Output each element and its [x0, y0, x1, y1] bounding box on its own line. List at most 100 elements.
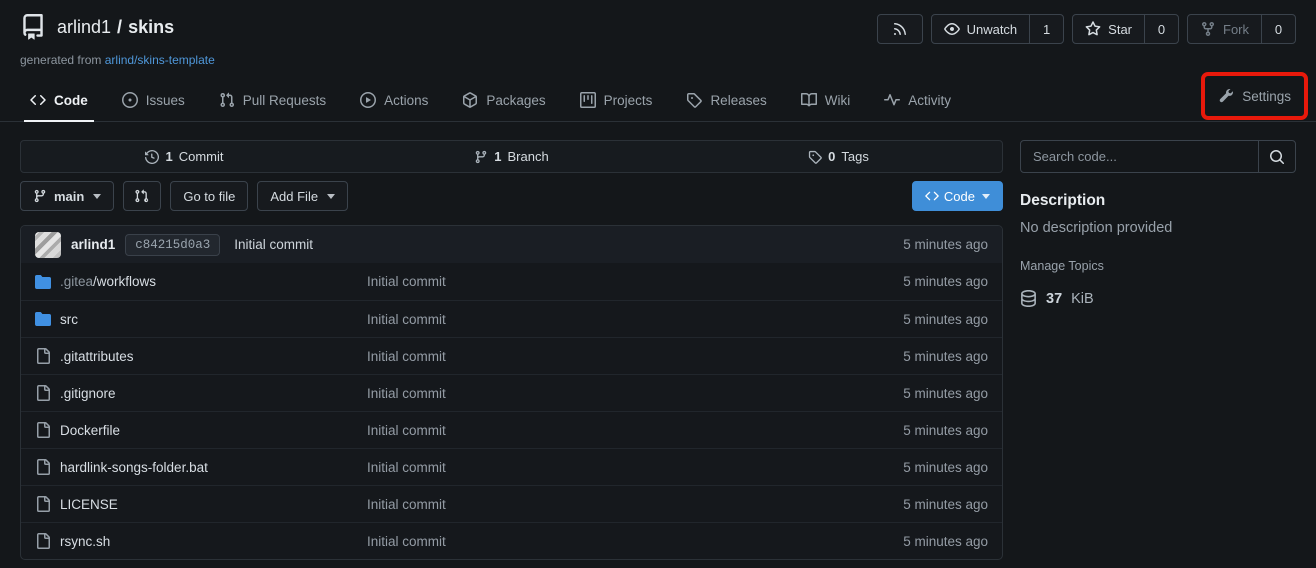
watchers-count[interactable]: 1	[1029, 15, 1063, 43]
file-name-link[interactable]: .gitea/workflows	[60, 274, 156, 289]
table-row[interactable]: hardlink-songs-folder.bat Initial commit…	[21, 448, 1002, 485]
file-name-cell: LICENSE	[35, 496, 367, 512]
file-commit-message-link[interactable]: Initial commit	[367, 534, 838, 549]
repo-tabs: Code Issues Pull Requests Actions Packag…	[0, 79, 1316, 122]
file-commit-time: 5 minutes ago	[838, 534, 988, 549]
tab-pull-requests[interactable]: Pull Requests	[209, 79, 336, 121]
repo-stats-bar: 1 Commit 1 Branch 0 Tags	[20, 140, 1003, 173]
file-table: arlind1 c84215d0a3 Initial commit 5 minu…	[20, 225, 1003, 560]
file-commit-message-link[interactable]: Initial commit	[367, 386, 838, 401]
repo-size: 37 KiB	[1020, 290, 1296, 307]
commit-author-link[interactable]: arlind1	[71, 237, 115, 252]
table-row[interactable]: src Initial commit 5 minutes ago	[21, 300, 1002, 337]
file-name-link[interactable]: .gitattributes	[60, 349, 134, 364]
search-input[interactable]	[1021, 141, 1258, 172]
tab-settings[interactable]: Settings	[1214, 88, 1295, 104]
commit-time: 5 minutes ago	[903, 237, 988, 252]
file-commit-message-link[interactable]: Initial commit	[367, 349, 838, 364]
file-commit-message-link[interactable]: Initial commit	[367, 497, 838, 512]
code-search-box	[1020, 140, 1296, 173]
go-to-file-button[interactable]: Go to file	[170, 181, 248, 211]
folder-icon	[35, 274, 51, 290]
issue-icon	[122, 92, 138, 108]
file-commit-time: 5 minutes ago	[838, 423, 988, 438]
fork-icon	[1200, 21, 1216, 37]
commits-stat[interactable]: 1 Commit	[21, 149, 348, 164]
file-commit-time: 5 minutes ago	[838, 460, 988, 475]
file-name-link[interactable]: LICENSE	[60, 497, 118, 512]
search-button[interactable]	[1258, 141, 1295, 172]
table-row[interactable]: .gitattributes Initial commit 5 minutes …	[21, 337, 1002, 374]
table-row[interactable]: Dockerfile Initial commit 5 minutes ago	[21, 411, 1002, 448]
file-commit-time: 5 minutes ago	[838, 274, 988, 289]
unwatch-button[interactable]: Unwatch	[932, 15, 1030, 43]
repo-size-value: 37	[1046, 291, 1062, 307]
tab-label: Issues	[146, 93, 185, 108]
compare-button[interactable]	[123, 181, 161, 211]
file-name-link[interactable]: hardlink-songs-folder.bat	[60, 460, 208, 475]
settings-highlight-box: Settings	[1201, 72, 1308, 120]
template-repo-link[interactable]: arlind/skins-template	[105, 53, 215, 67]
file-commit-message-link[interactable]: Initial commit	[367, 460, 838, 475]
commit-hash-badge[interactable]: c84215d0a3	[125, 234, 220, 256]
rss-button[interactable]	[877, 14, 923, 44]
tab-wiki[interactable]: Wiki	[791, 79, 861, 121]
tab-projects[interactable]: Projects	[570, 79, 663, 121]
file-commit-time: 5 minutes ago	[838, 386, 988, 401]
file-name-link[interactable]: Dockerfile	[60, 423, 120, 438]
file-commit-time: 5 minutes ago	[838, 497, 988, 512]
repo-title-separator: /	[117, 17, 122, 37]
file-name-link[interactable]: rsync.sh	[60, 534, 110, 549]
tab-activity[interactable]: Activity	[874, 79, 961, 121]
current-branch-label: main	[54, 189, 84, 204]
forks-count[interactable]: 0	[1261, 15, 1295, 43]
fork-button[interactable]: Fork	[1188, 15, 1261, 43]
description-heading: Description	[1020, 192, 1296, 210]
eye-icon	[944, 21, 960, 37]
table-row[interactable]: LICENSE Initial commit 5 minutes ago	[21, 485, 1002, 522]
tab-label: Activity	[908, 93, 951, 108]
dropdown-caret-icon	[982, 194, 990, 199]
tag-icon	[686, 92, 702, 108]
tab-packages[interactable]: Packages	[452, 79, 555, 121]
table-row[interactable]: rsync.sh Initial commit 5 minutes ago	[21, 522, 1002, 559]
commit-message-link[interactable]: Initial commit	[234, 237, 893, 252]
code-button-label: Code	[944, 189, 975, 204]
file-icon	[35, 459, 51, 475]
file-commit-time: 5 minutes ago	[838, 349, 988, 364]
commit-count: 1	[165, 149, 172, 164]
book-icon	[801, 92, 817, 108]
commit-count-label: Commit	[179, 149, 224, 164]
file-name-link[interactable]: .gitignore	[60, 386, 116, 401]
tab-issues[interactable]: Issues	[112, 79, 195, 121]
repo-header: arlind1 / skins Unwatch 1 Star 0	[0, 0, 1316, 67]
repo-name-link[interactable]: skins	[128, 17, 174, 37]
file-icon	[35, 385, 51, 401]
tab-code[interactable]: Code	[20, 79, 98, 121]
repo-size-unit: KiB	[1071, 291, 1094, 307]
file-commit-message-link[interactable]: Initial commit	[367, 274, 838, 289]
tab-actions[interactable]: Actions	[350, 79, 438, 121]
tab-label: Settings	[1242, 89, 1291, 104]
history-icon	[145, 150, 159, 164]
avatar[interactable]	[35, 232, 61, 258]
package-icon	[462, 92, 478, 108]
table-row[interactable]: .gitignore Initial commit 5 minutes ago	[21, 374, 1002, 411]
table-row[interactable]: .gitea/workflows Initial commit 5 minute…	[21, 263, 1002, 300]
fork-label: Fork	[1223, 22, 1249, 37]
code-download-button[interactable]: Code	[912, 181, 1003, 211]
branch-selector[interactable]: main	[20, 181, 114, 211]
branches-stat[interactable]: 1 Branch	[348, 149, 675, 164]
tags-stat[interactable]: 0 Tags	[675, 149, 1002, 164]
star-button[interactable]: Star	[1073, 15, 1144, 43]
stars-count[interactable]: 0	[1144, 15, 1178, 43]
add-file-button[interactable]: Add File	[257, 181, 348, 211]
repo-owner-link[interactable]: arlind1	[57, 17, 111, 37]
tab-releases[interactable]: Releases	[676, 79, 776, 121]
file-name-link[interactable]: src	[60, 312, 78, 327]
file-commit-message-link[interactable]: Initial commit	[367, 423, 838, 438]
tag-count: 0	[828, 149, 835, 164]
file-commit-message-link[interactable]: Initial commit	[367, 312, 838, 327]
tabs-spacer	[975, 79, 1201, 121]
manage-topics-link[interactable]: Manage Topics	[1020, 259, 1104, 273]
